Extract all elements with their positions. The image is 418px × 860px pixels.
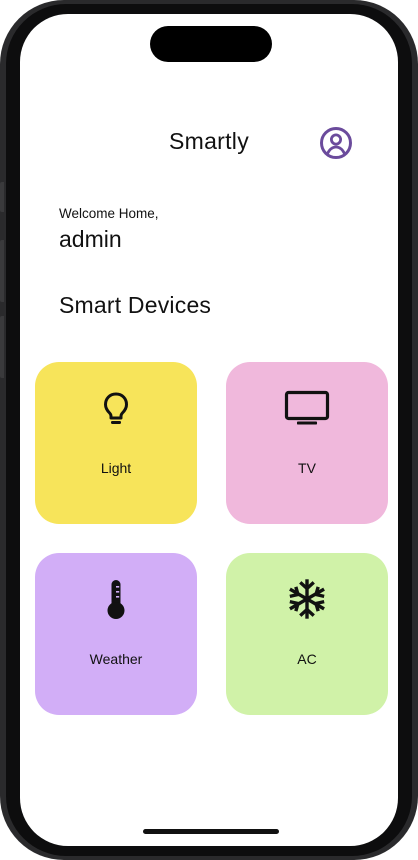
mute-switch xyxy=(0,182,4,212)
user-name: admin xyxy=(59,226,122,252)
app-screen: Smartly Welcome Home, admin Smart Device… xyxy=(20,14,398,846)
volume-down-button xyxy=(0,316,4,378)
home-indicator[interactable] xyxy=(143,829,279,834)
device-card-tv[interactable]: TV xyxy=(226,362,388,524)
account-circle-icon xyxy=(320,127,352,159)
device-card-ac[interactable]: AC xyxy=(226,553,388,715)
welcome-label: Welcome Home, xyxy=(59,206,159,221)
phone-frame: Smartly Welcome Home, admin Smart Device… xyxy=(0,0,418,860)
thermometer-icon xyxy=(96,579,136,619)
tv-icon xyxy=(284,388,330,428)
snowflake-icon xyxy=(287,579,327,619)
device-card-light[interactable]: Light xyxy=(35,362,197,524)
profile-button[interactable] xyxy=(318,125,354,161)
device-label-ac: AC xyxy=(297,651,317,667)
lightbulb-icon xyxy=(96,388,136,428)
device-label-light: Light xyxy=(100,460,132,476)
section-title: Smart Devices xyxy=(59,292,212,318)
device-label-tv: TV xyxy=(298,460,316,476)
device-label-weather: Weather xyxy=(89,651,143,667)
device-card-weather[interactable]: Weather xyxy=(35,553,197,715)
dynamic-island xyxy=(150,26,272,62)
volume-up-button xyxy=(0,240,4,302)
